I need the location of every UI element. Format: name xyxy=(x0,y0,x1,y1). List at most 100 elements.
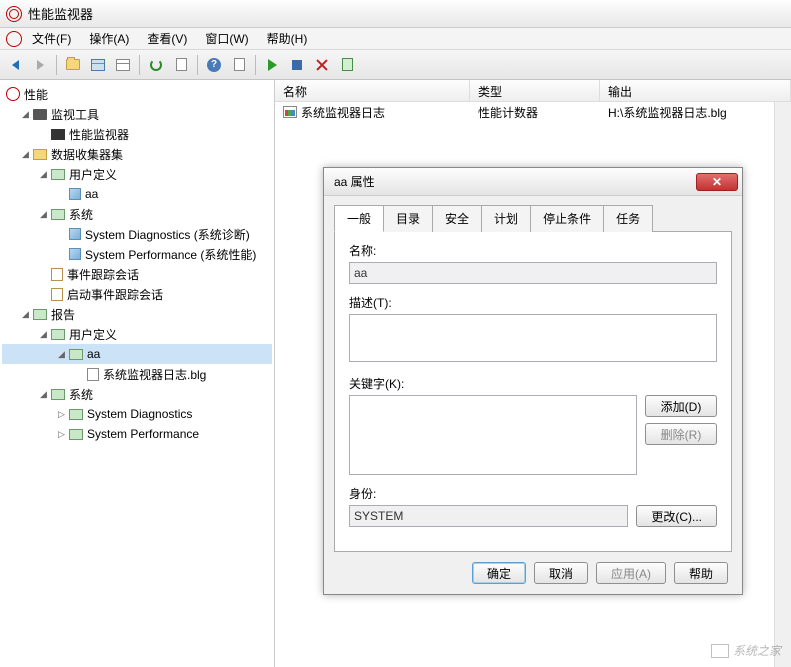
list-row[interactable]: 系统监视器日志 性能计数器 H:\系统监视器日志.blg xyxy=(275,102,791,122)
kw-listbox[interactable] xyxy=(349,395,637,475)
dialog-body: 一般 目录 安全 计划 停止条件 任务 名称: aa 描述(T): 关键字(K)… xyxy=(324,196,742,552)
back-button[interactable] xyxy=(4,54,26,76)
desc-label: 描述(T): xyxy=(349,294,717,311)
help-button[interactable]: 帮助 xyxy=(674,562,728,584)
tree-user-defined[interactable]: ◢用户定义 xyxy=(2,164,272,184)
pane-icon xyxy=(116,59,130,71)
name-value: aa xyxy=(349,262,717,284)
refresh-button[interactable] xyxy=(145,54,167,76)
kw-label: 关键字(K): xyxy=(349,375,717,392)
up-button[interactable] xyxy=(62,54,84,76)
collapse-icon[interactable]: ◢ xyxy=(56,349,67,360)
tree-aa2[interactable]: ◢aa xyxy=(2,344,272,364)
tree-root[interactable]: 性能 xyxy=(2,84,272,104)
window-title: 性能监视器 xyxy=(28,4,93,23)
tab-plan[interactable]: 计划 xyxy=(481,205,531,232)
delete-button[interactable] xyxy=(311,54,333,76)
dialog-close-button[interactable]: ✕ xyxy=(696,173,738,191)
tab-dir[interactable]: 目录 xyxy=(383,205,433,232)
pane-icon xyxy=(91,59,105,71)
menu-action[interactable]: 操作(A) xyxy=(81,28,137,49)
tree-sysperf[interactable]: System Performance (系统性能) xyxy=(2,244,272,264)
tree-system2[interactable]: ◢系统 xyxy=(2,384,272,404)
add-button[interactable]: 添加(D) xyxy=(645,395,717,417)
tree-sysperf2[interactable]: ▷System Performance xyxy=(2,424,272,444)
dialog-tabbar: 一般 目录 安全 计划 停止条件 任务 xyxy=(334,204,732,232)
help-button[interactable]: ? xyxy=(203,54,225,76)
window-titlebar: 性能监视器 xyxy=(0,0,791,28)
x-icon xyxy=(316,59,328,71)
event-icon xyxy=(51,268,63,281)
list-header: 名称 类型 输出 xyxy=(275,80,791,102)
play-button[interactable] xyxy=(261,54,283,76)
menu-view[interactable]: 查看(V) xyxy=(139,28,195,49)
col-type[interactable]: 类型 xyxy=(470,80,600,101)
export-button[interactable] xyxy=(170,54,192,76)
tree-sysdiag[interactable]: System Diagnostics (系统诊断) xyxy=(2,224,272,244)
desc-textarea[interactable] xyxy=(349,314,717,362)
pane-button[interactable] xyxy=(87,54,109,76)
pane2-button[interactable] xyxy=(112,54,134,76)
folder-icon xyxy=(51,169,65,180)
tree-startup-sessions[interactable]: 启动事件跟踪会话 xyxy=(2,284,272,304)
collapse-icon[interactable]: ◢ xyxy=(38,169,49,180)
collapse-icon[interactable]: ◢ xyxy=(20,149,31,160)
tab-stop[interactable]: 停止条件 xyxy=(530,205,604,232)
root-icon xyxy=(6,87,20,101)
tree-system[interactable]: ◢系统 xyxy=(2,204,272,224)
tree-reports[interactable]: ◢报告 xyxy=(2,304,272,324)
doc-icon xyxy=(176,58,187,71)
expand-icon[interactable]: ▷ xyxy=(56,429,67,440)
col-name[interactable]: 名称 xyxy=(275,80,470,101)
stop-button[interactable] xyxy=(286,54,308,76)
forward-button[interactable] xyxy=(29,54,51,76)
cancel-button[interactable]: 取消 xyxy=(534,562,588,584)
toolbar: ? xyxy=(0,50,791,80)
watermark: 系统之家 xyxy=(711,642,781,659)
props-icon xyxy=(234,58,245,71)
collapse-icon[interactable]: ◢ xyxy=(20,109,31,120)
play-icon xyxy=(268,59,277,71)
menubar: 文件(F) 操作(A) 查看(V) 窗口(W) 帮助(H) xyxy=(0,28,791,50)
app-icon xyxy=(6,6,22,22)
menu-help[interactable]: 帮助(H) xyxy=(259,28,316,49)
tab-general[interactable]: 一般 xyxy=(334,205,384,232)
tree-sysdiag2[interactable]: ▷System Diagnostics xyxy=(2,404,272,424)
dialog-titlebar[interactable]: aa 属性 ✕ xyxy=(324,168,742,196)
properties-dialog: aa 属性 ✕ 一般 目录 安全 计划 停止条件 任务 名称: aa 描述(T)… xyxy=(323,167,743,595)
apply-button[interactable]: 应用(A) xyxy=(596,562,666,584)
folder-icon xyxy=(51,329,65,340)
tab-task[interactable]: 任务 xyxy=(603,205,653,232)
expand-icon[interactable]: ▷ xyxy=(56,409,67,420)
tree-monitor-tools[interactable]: ◢监视工具 xyxy=(2,104,272,124)
field-keywords: 关键字(K): 添加(D) 删除(R) xyxy=(349,375,717,475)
ok-button[interactable]: 确定 xyxy=(472,562,526,584)
tree-event-sessions[interactable]: 事件跟踪会话 xyxy=(2,264,272,284)
menu-file[interactable]: 文件(F) xyxy=(24,28,79,49)
chart-icon xyxy=(283,106,297,118)
collapse-icon[interactable]: ◢ xyxy=(38,329,49,340)
tree-aa[interactable]: aa xyxy=(2,184,272,204)
vertical-scrollbar[interactable] xyxy=(774,102,791,667)
change-button[interactable]: 更改(C)... xyxy=(636,505,717,527)
separator xyxy=(197,55,198,75)
cube-icon xyxy=(69,188,81,200)
field-identity: 身份: SYSTEM 更改(C)... xyxy=(349,485,717,527)
close-icon: ✕ xyxy=(712,175,722,189)
event-icon xyxy=(51,288,63,301)
perf-icon xyxy=(51,129,65,140)
tree-user-defined2[interactable]: ◢用户定义 xyxy=(2,324,272,344)
log-button[interactable] xyxy=(336,54,358,76)
tab-security[interactable]: 安全 xyxy=(432,205,482,232)
collapse-icon[interactable]: ◢ xyxy=(38,209,49,220)
tree-dcs[interactable]: ◢数据收集器集 xyxy=(2,144,272,164)
delete-button[interactable]: 删除(R) xyxy=(645,423,717,445)
props-button[interactable] xyxy=(228,54,250,76)
tree-log-file[interactable]: 系统监视器日志.blg xyxy=(2,364,272,384)
tree-perf-monitor[interactable]: 性能监视器 xyxy=(2,124,272,144)
collapse-icon[interactable]: ◢ xyxy=(20,309,31,320)
field-desc: 描述(T): xyxy=(349,294,717,365)
col-output[interactable]: 输出 xyxy=(600,80,791,101)
menu-window[interactable]: 窗口(W) xyxy=(197,28,256,49)
collapse-icon[interactable]: ◢ xyxy=(38,389,49,400)
